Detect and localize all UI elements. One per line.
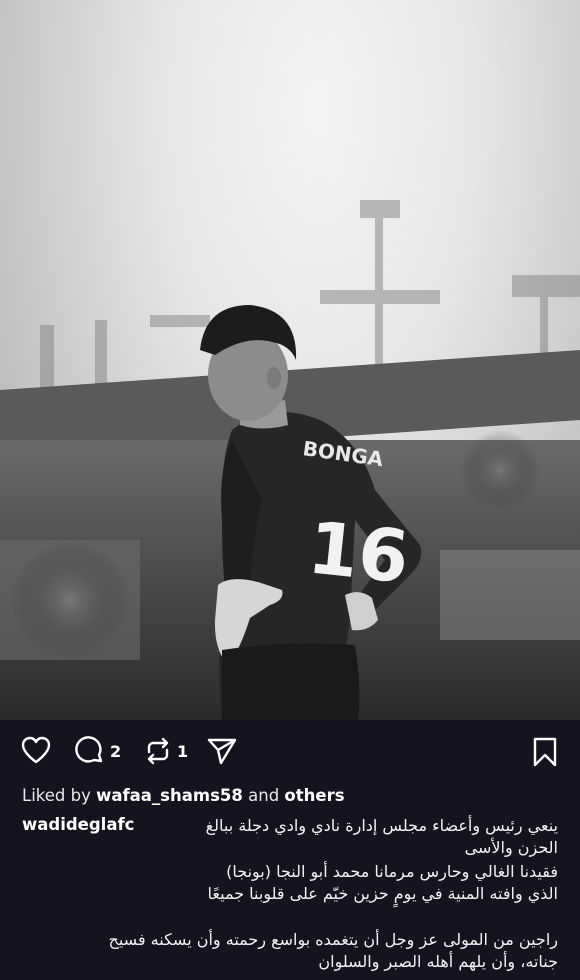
heart-icon	[21, 736, 51, 764]
like-button[interactable]	[20, 735, 52, 765]
comment-icon	[75, 736, 103, 763]
goalkeeper-photo: BONGA 16	[0, 200, 580, 720]
comments-count: 2	[110, 741, 122, 761]
likes-others-link[interactable]: others	[284, 786, 344, 805]
caption-line-2: الحزن والأسى	[464, 838, 558, 857]
share-button[interactable]	[206, 736, 238, 766]
caption-line-3: فقيدنا الغالي وحارس مرمانا محمد أبو النج…	[226, 862, 558, 881]
repost-icon	[147, 737, 169, 765]
likes-prefix: Liked by	[22, 786, 91, 805]
caption-line-4: الذي وافته المنية في يومٍ حزين خيّم على …	[207, 884, 558, 903]
bookmark-icon	[533, 737, 557, 767]
action-bar: 2 1	[0, 733, 580, 773]
caption-line-1: ينعي رئيس وأعضاء مجلس إدارة نادي وادي دج…	[205, 816, 558, 835]
send-icon	[207, 738, 237, 765]
caption-line-5: راجين من المولى عز وجل أن يتغمده بواسع ر…	[108, 930, 558, 949]
jersey-number-text: 16	[304, 505, 412, 599]
save-button[interactable]	[531, 736, 559, 768]
reposts-count: 1	[177, 741, 189, 761]
comment-button[interactable]: 2	[74, 735, 121, 767]
repost-button[interactable]: 1	[143, 736, 188, 766]
likes-summary: Liked by wafaa_shams58 and others	[22, 786, 345, 805]
liked-by-user-link[interactable]: wafaa_shams58	[96, 786, 243, 805]
likes-connector: and	[248, 786, 280, 805]
post-photo[interactable]: BONGA 16	[0, 0, 580, 720]
caption-line-6: جناته، وأن يلهم أهله الصبر والسلوان	[318, 952, 558, 971]
